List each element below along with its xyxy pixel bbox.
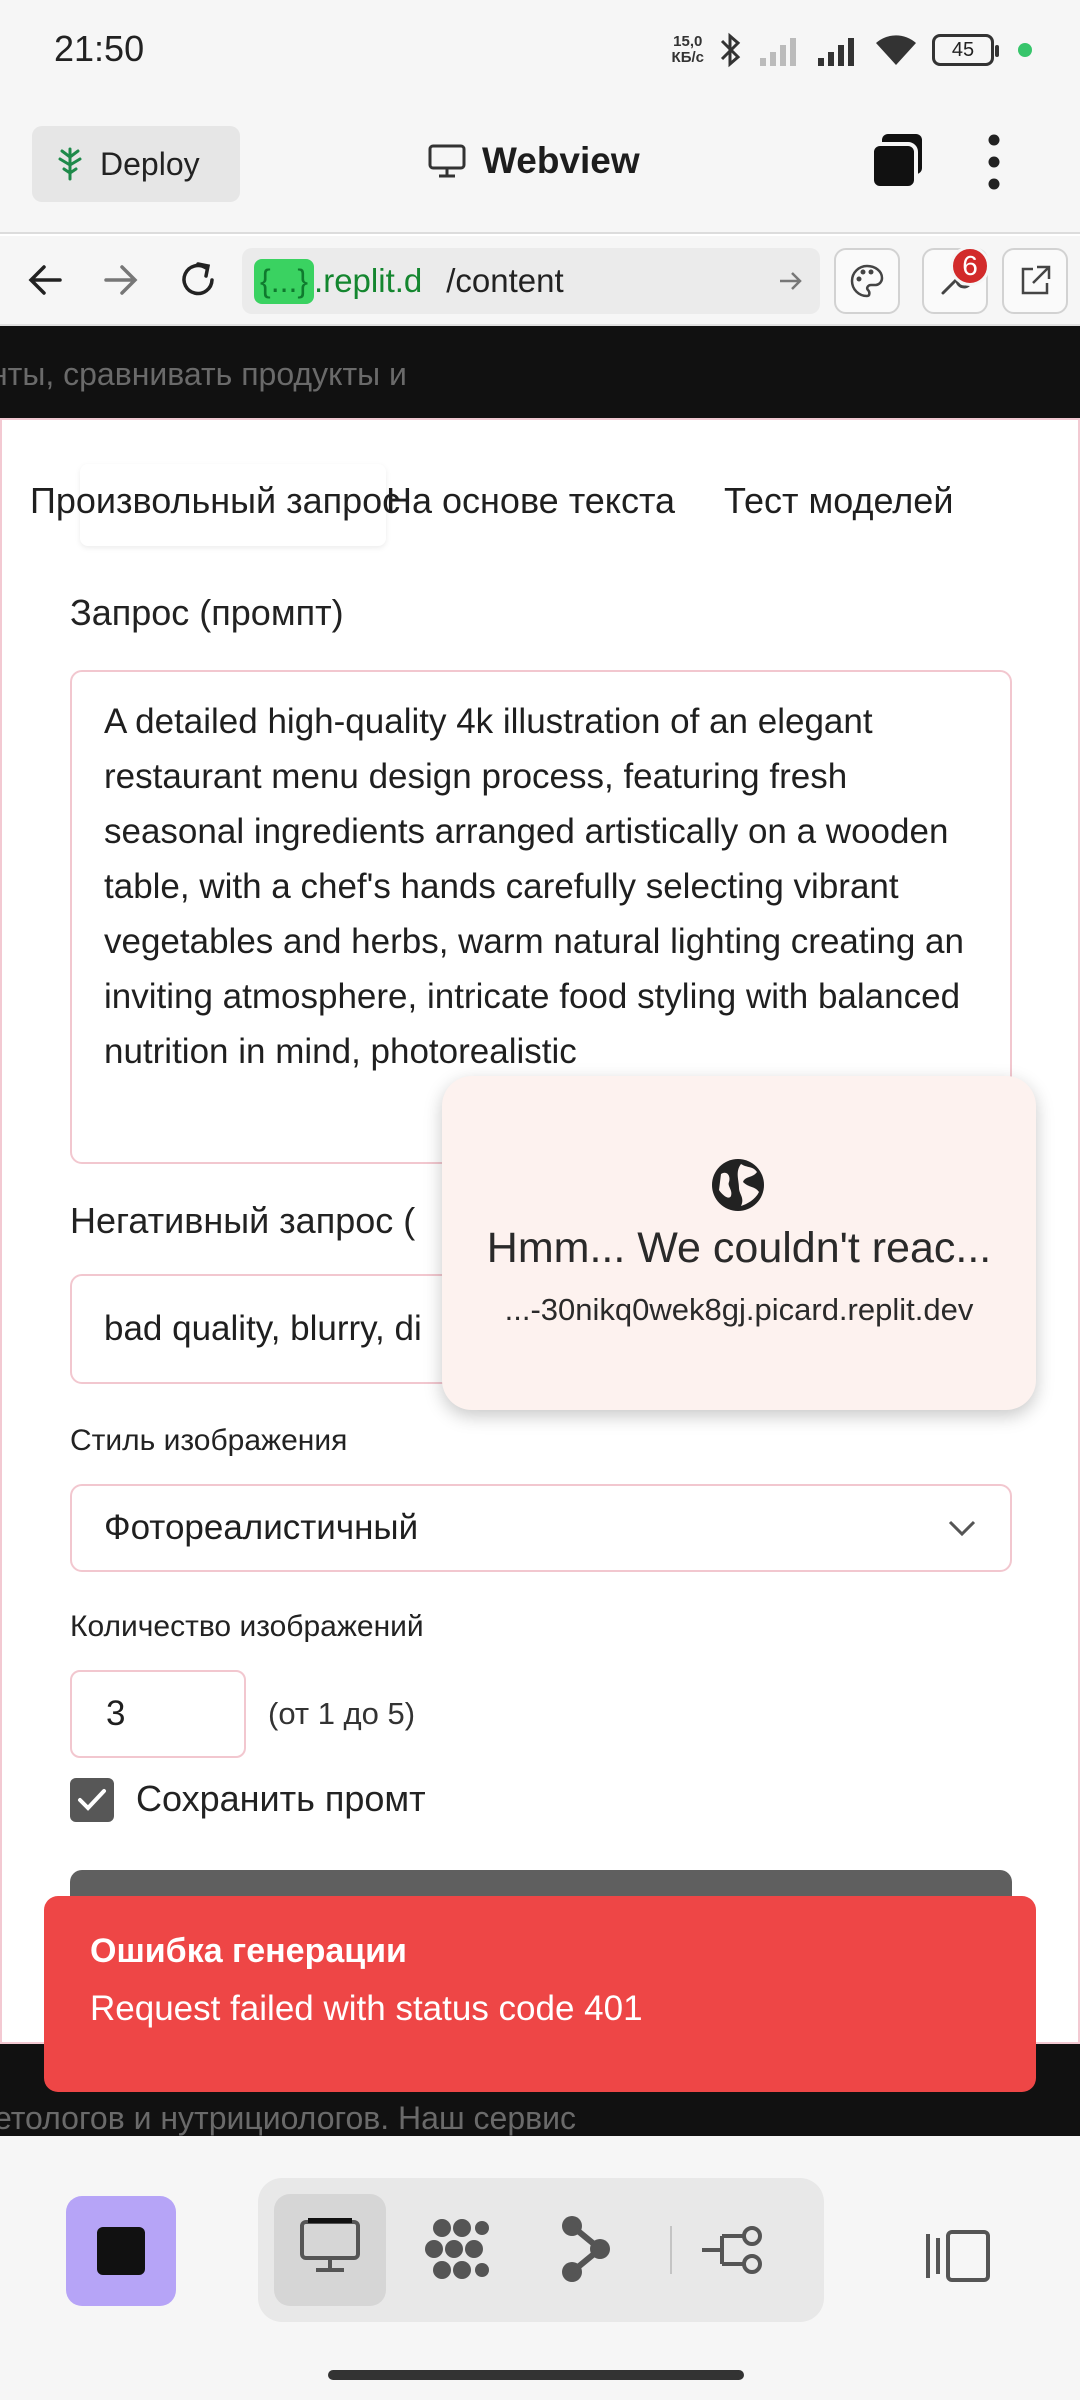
bottom-toolbar xyxy=(0,2136,1080,2400)
workspace-grid-icon[interactable] xyxy=(424,2214,494,2284)
url-go-icon[interactable] xyxy=(776,266,806,296)
devtools-badge: 6 xyxy=(950,246,990,286)
deploy-label: Deploy xyxy=(100,145,200,182)
network-error-popup[interactable]: Hmm... We couldn't reac... ...-30nikq0we… xyxy=(442,1076,1036,1410)
error-toast[interactable]: Ошибка генерации Request failed with sta… xyxy=(44,1896,1036,2092)
toast-title: Ошибка генерации xyxy=(90,1932,407,1970)
url-bar: {...} .replit.d /content xyxy=(0,236,1080,326)
view-switcher xyxy=(258,2178,824,2322)
style-label: Стиль изображения xyxy=(70,1424,348,1457)
network-speed: 15,0 КБ/с xyxy=(672,34,704,66)
view-separator xyxy=(670,2226,672,2274)
save-prompt-label[interactable]: Сохранить промт xyxy=(136,1778,426,1820)
agent-flow-icon[interactable] xyxy=(556,2214,616,2284)
count-hint: (от 1 до 5) xyxy=(268,1696,416,1731)
prompt-label: Запрос (промпт) xyxy=(70,592,344,633)
wifi-icon xyxy=(874,33,918,67)
deploy-button[interactable]: Deploy xyxy=(32,126,240,202)
signal-icon xyxy=(758,34,802,66)
panel-toggle-icon[interactable] xyxy=(924,2228,994,2284)
url-path: /content xyxy=(446,262,564,299)
tab-text-based[interactable]: На основе текста xyxy=(386,480,675,522)
save-prompt-checkbox[interactable] xyxy=(70,1778,114,1822)
url-field[interactable]: {...} .replit.d /content xyxy=(242,248,820,314)
reload-icon[interactable] xyxy=(176,258,220,302)
background-page-top: нты, сравнивать продукты и xyxy=(0,326,1080,418)
arrow-right-icon[interactable] xyxy=(100,258,140,302)
image-count-input[interactable]: 3 xyxy=(70,1670,246,1758)
palette-button[interactable] xyxy=(834,248,900,314)
nav-active-dash xyxy=(308,2218,352,2223)
status-time: 21:50 xyxy=(54,28,145,69)
monitor-view-icon[interactable] xyxy=(298,2214,362,2278)
network-error-title: Hmm... We couldn't reac... xyxy=(486,1224,992,1272)
background-text-bottom: етологов и нутрициологов. Наш сервис xyxy=(0,2100,576,2136)
battery-indicator: 45 xyxy=(932,34,999,66)
status-bar: 21:50 15,0 КБ/с 45 xyxy=(0,0,1080,100)
tab-model-test[interactable]: Тест моделей xyxy=(724,480,953,522)
tabs-icon[interactable] xyxy=(868,132,926,190)
check-icon xyxy=(77,1787,107,1813)
tab-custom-prompt[interactable]: Произвольный запрос xyxy=(30,480,400,522)
monitor-icon xyxy=(428,144,466,178)
status-icons: 15,0 КБ/с 45 xyxy=(672,28,1032,72)
network-speed-unit: КБ/с xyxy=(671,49,704,66)
git-branch-icon[interactable] xyxy=(698,2214,770,2286)
home-indicator[interactable] xyxy=(328,2370,744,2380)
privacy-dot xyxy=(1018,43,1032,57)
toast-message: Request failed with status code 401 xyxy=(90,1989,643,2028)
globe-icon xyxy=(709,1156,767,1214)
url-chip: {...} xyxy=(254,258,315,304)
network-speed-value: 15,0 xyxy=(673,33,703,50)
arrow-left-icon[interactable] xyxy=(26,258,66,302)
bluetooth-icon xyxy=(718,32,744,68)
negative-prompt-label: Негативный запрос ( xyxy=(70,1200,416,1241)
network-error-host: ...-30nikq0wek8gj.picard.replit.dev xyxy=(504,1292,974,1327)
negative-prompt-value: bad quality, blurry, di xyxy=(104,1309,422,1348)
webview-tab-title: Webview xyxy=(428,140,640,182)
count-label: Количество изображений xyxy=(70,1610,424,1643)
style-value: Фотореалистичный xyxy=(104,1508,419,1547)
open-external-button[interactable] xyxy=(1002,248,1068,314)
external-link-icon xyxy=(1017,263,1053,299)
webview-title: Webview xyxy=(482,140,640,181)
stop-icon xyxy=(97,2227,145,2275)
chevron-down-icon xyxy=(946,1518,978,1538)
url-host: .replit.d xyxy=(314,262,423,299)
app-bar: Deploy Webview xyxy=(0,100,1080,234)
kebab-menu-icon[interactable] xyxy=(986,134,1002,190)
deploy-tree-icon xyxy=(56,147,84,181)
signal-icon-2 xyxy=(816,34,860,66)
background-text-top: нты, сравнивать продукты и xyxy=(0,356,407,392)
palette-icon xyxy=(849,263,885,299)
style-select[interactable]: Фотореалистичный xyxy=(70,1484,1012,1572)
stop-button[interactable] xyxy=(66,2196,176,2306)
